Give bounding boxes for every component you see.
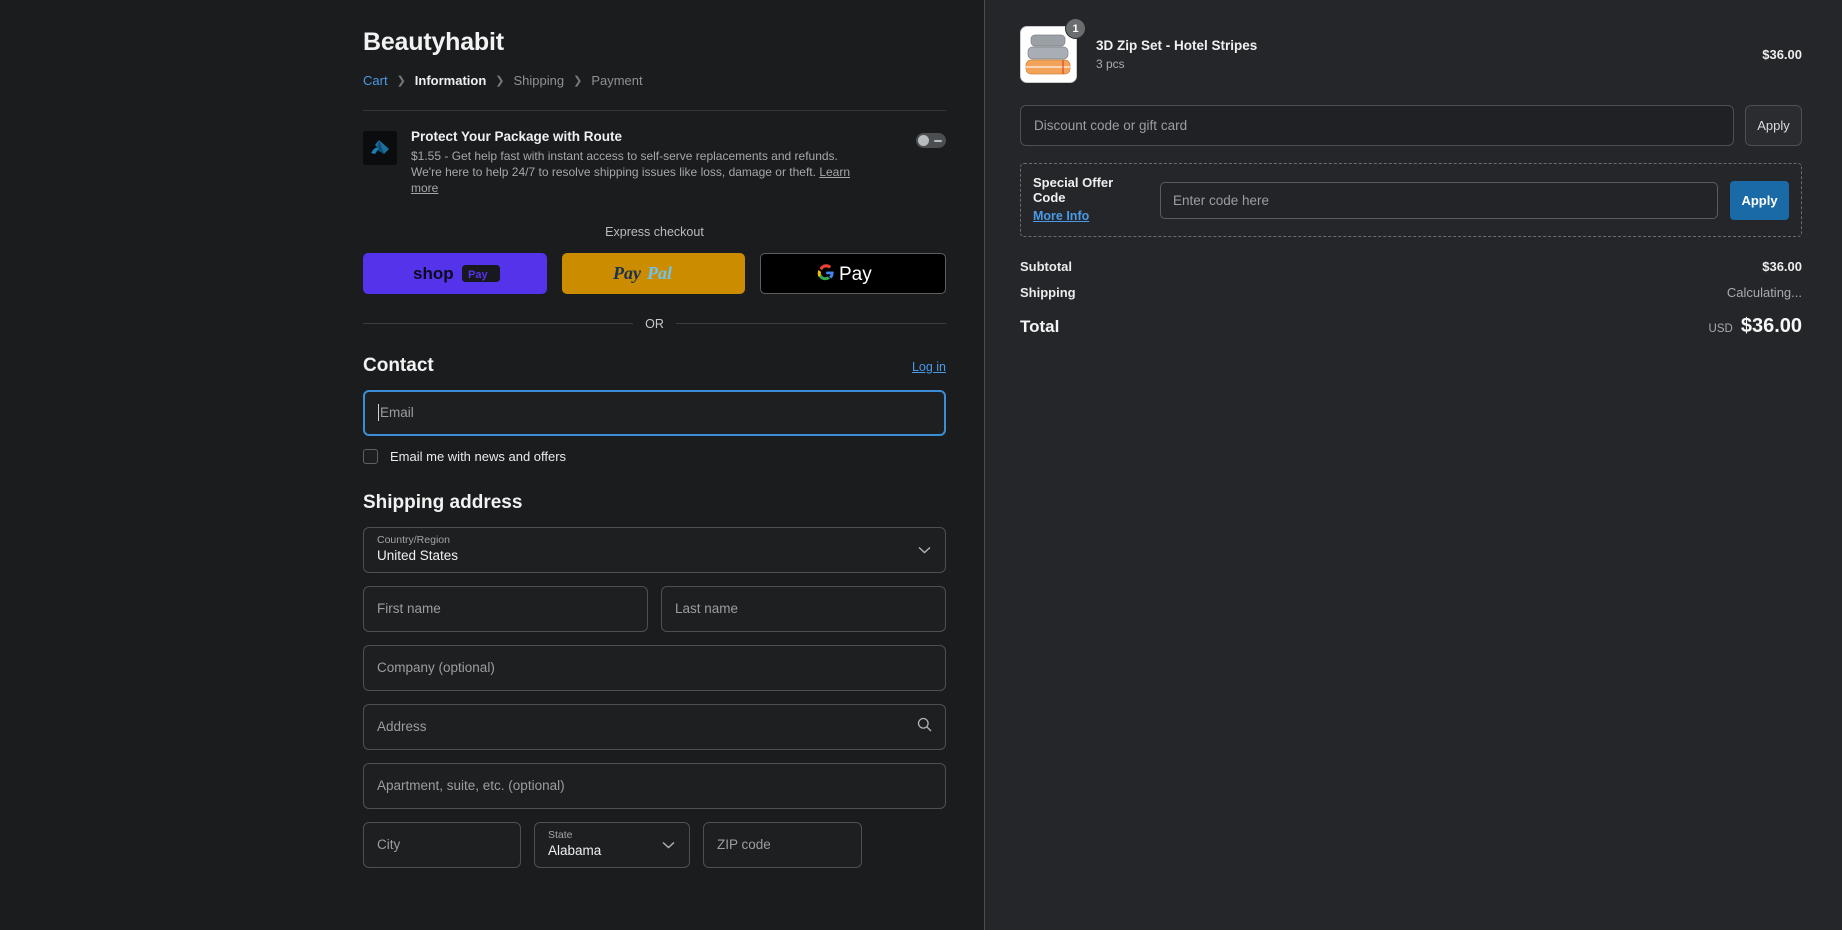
text-caret — [378, 404, 379, 422]
checkout-page: Beautyhabit Cart ❯ Information ❯ Shippin… — [0, 0, 1842, 930]
chevron-down-icon — [918, 541, 931, 559]
company-field[interactable]: Company (optional) — [363, 644, 946, 691]
express-checkout-label: Express checkout — [605, 224, 704, 239]
svg-text:Pay: Pay — [468, 269, 488, 281]
order-line-item: 1 3D Zip Set - Hotel Stripes 3 pcs $36.0… — [1020, 18, 1802, 83]
discount-code-placeholder: Discount code or gift card — [1034, 118, 1188, 133]
shipping-label: Shipping — [1020, 285, 1076, 300]
route-title: Protect Your Package with Route — [411, 129, 623, 144]
state-label: State — [548, 828, 573, 841]
product-info: 3D Zip Set - Hotel Stripes 3 pcs — [1096, 38, 1762, 71]
divider-line-left — [363, 323, 634, 325]
special-offer-labels: Special Offer Code More Info — [1033, 175, 1148, 225]
paypal-button[interactable]: Pay Pal — [561, 252, 746, 294]
route-description: $1.55 - Get help fast with instant acces… — [411, 148, 866, 197]
currency-code: USD — [1708, 323, 1733, 335]
subtotal-label: Subtotal — [1020, 259, 1072, 274]
newsletter-label: Email me with news and offers — [390, 448, 567, 464]
country-region-label: Country/Region — [377, 533, 450, 546]
svg-text:Pal: Pal — [646, 263, 672, 283]
shipping-row: Shipping Calculating... — [1020, 285, 1802, 300]
or-divider: OR — [363, 317, 946, 331]
zip-code-placeholder: ZIP code — [717, 837, 771, 853]
total-value: $36.00 — [1740, 315, 1802, 337]
discount-apply-button[interactable]: Apply — [1745, 105, 1802, 146]
city-placeholder: City — [377, 837, 401, 853]
breadcrumb-cart[interactable]: Cart — [363, 73, 388, 88]
city-state-zip-row: City State Alabama ZIP code — [363, 821, 946, 868]
email-field[interactable]: Email — [363, 389, 946, 436]
state-value: Alabama — [548, 843, 602, 859]
total-label: Total — [1020, 317, 1060, 336]
shipping-title: Shipping address — [363, 491, 523, 513]
shipping-value: Calculating... — [1726, 285, 1802, 300]
route-protection-banner: Protect Your Package with Route $1.55 - … — [363, 111, 946, 213]
name-row: First name Last name — [363, 585, 946, 632]
divider-line-right — [675, 323, 946, 325]
shop-pay-button[interactable]: shop Pay — [363, 252, 547, 294]
apartment-field[interactable]: Apartment, suite, etc. (optional) — [363, 762, 946, 809]
route-toggle[interactable] — [916, 133, 946, 148]
newsletter-checkbox-row[interactable]: Email me with news and offers — [363, 448, 946, 464]
breadcrumb: Cart ❯ Information ❯ Shipping ❯ Payment — [363, 73, 946, 88]
contact-title: Contact — [363, 354, 434, 376]
svg-text:Pay: Pay — [612, 263, 642, 283]
total-row: Total USD $36.00 — [1020, 315, 1802, 338]
subtotal-value: $36.00 — [1762, 259, 1802, 274]
search-icon[interactable] — [917, 717, 932, 737]
breadcrumb-payment[interactable]: Payment — [591, 73, 642, 88]
route-description-text: $1.55 - Get help fast with instant acces… — [411, 149, 838, 180]
special-offer-more-info-link[interactable]: More Info — [1033, 209, 1089, 223]
product-name: 3D Zip Set - Hotel Stripes — [1096, 38, 1258, 53]
discount-code-input[interactable]: Discount code or gift card — [1020, 105, 1734, 146]
order-summary-panel: 1 3D Zip Set - Hotel Stripes 3 pcs $36.0… — [985, 0, 1842, 930]
discount-code-row: Discount code or gift card Apply — [1020, 105, 1802, 146]
product-variant: 3 pcs — [1096, 57, 1125, 71]
apartment-placeholder: Apartment, suite, etc. (optional) — [377, 778, 565, 794]
svg-text:shop: shop — [413, 264, 454, 283]
special-offer-box: Special Offer Code More Info Enter code … — [1020, 163, 1802, 237]
product-price: $36.00 — [1762, 47, 1802, 62]
express-checkout-buttons: shop Pay Pay Pal Pay — [363, 252, 947, 294]
route-toggle-dash-icon — [934, 139, 942, 142]
city-field[interactable]: City — [363, 821, 521, 868]
zip-code-field[interactable]: ZIP code — [703, 821, 862, 868]
chevron-right-icon: ❯ — [495, 75, 505, 87]
chevron-right-icon: ❯ — [573, 75, 583, 87]
breadcrumb-shipping[interactable]: Shipping — [514, 73, 565, 88]
special-offer-apply-button[interactable]: Apply — [1730, 180, 1789, 220]
company-placeholder: Company (optional) — [377, 660, 495, 676]
product-thumbnail-wrapper: 1 — [1020, 18, 1086, 83]
special-offer-title: Special Offer Code — [1033, 175, 1114, 205]
checkout-form-panel: Beautyhabit Cart ❯ Information ❯ Shippin… — [0, 0, 985, 930]
address-field[interactable]: Address — [363, 703, 946, 750]
google-pay-button[interactable]: Pay — [760, 252, 947, 294]
breadcrumb-information[interactable]: Information — [415, 73, 487, 88]
total-amount-group: USD $36.00 — [1709, 315, 1802, 338]
country-region-value: United States — [377, 548, 459, 564]
chevron-down-icon — [662, 836, 675, 854]
log-in-link[interactable]: Log in — [912, 360, 946, 374]
email-placeholder: Email — [380, 405, 414, 421]
first-name-field[interactable]: First name — [363, 585, 648, 632]
quantity-badge: 1 — [1065, 18, 1086, 39]
address-placeholder: Address — [377, 719, 427, 735]
special-offer-input[interactable]: Enter code here — [1160, 181, 1718, 219]
or-text: OR — [645, 316, 664, 331]
last-name-placeholder: Last name — [675, 601, 739, 617]
state-select[interactable]: State Alabama — [534, 821, 690, 868]
country-region-select[interactable]: Country/Region United States — [363, 526, 946, 573]
shop-name: Beautyhabit — [363, 28, 504, 56]
newsletter-checkbox[interactable] — [363, 448, 378, 464]
first-name-placeholder: First name — [377, 601, 441, 617]
route-toggle-knob — [918, 135, 929, 146]
subtotal-row: Subtotal $36.00 — [1020, 259, 1802, 274]
last-name-field[interactable]: Last name — [661, 585, 946, 632]
chevron-right-icon: ❯ — [396, 75, 406, 87]
shipping-section-header: Shipping address — [363, 492, 946, 514]
special-offer-placeholder: Enter code here — [1173, 192, 1270, 208]
route-logo-icon — [363, 131, 397, 165]
svg-text:Pay: Pay — [839, 264, 872, 285]
contact-section-header: Contact Log in — [363, 355, 946, 377]
